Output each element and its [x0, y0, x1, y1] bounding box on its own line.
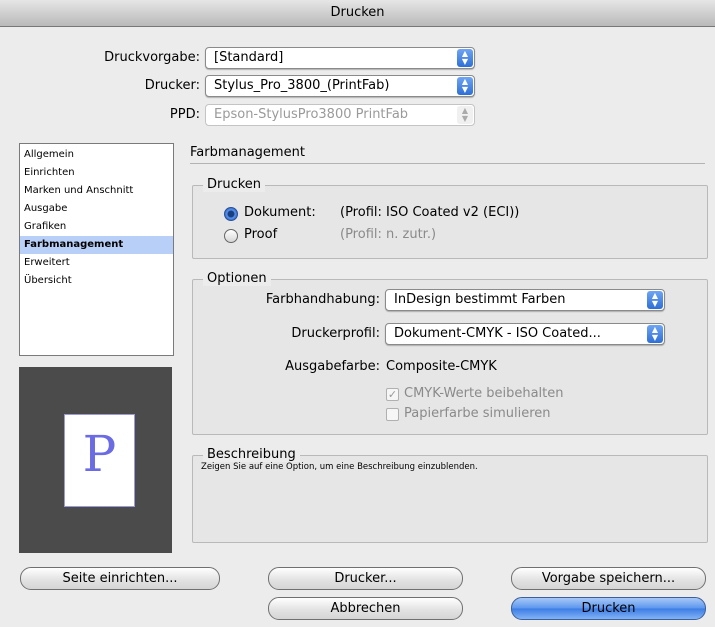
- preview-letter: P: [82, 425, 117, 483]
- sidebar-item-label: Farbmanagement: [24, 239, 124, 250]
- sidebar-item-allgemein[interactable]: Allgemein: [20, 146, 173, 164]
- cmyk-label: CMYK-Werte beibehalten: [404, 386, 564, 401]
- sidebar-item-farbmanagement[interactable]: Farbmanagement: [20, 236, 173, 254]
- dokument-profile: (Profil: ISO Coated v2 (ECI)): [340, 205, 520, 220]
- druckerprofil-popup[interactable]: Dokument-CMYK - ISO Coated... ▲ ▼: [385, 323, 665, 345]
- sidebar-item-uebersicht[interactable]: Übersicht: [20, 272, 173, 290]
- sidebar-item-grafiken[interactable]: Grafiken: [20, 218, 173, 236]
- sidebar-item-label: Einrichten: [24, 167, 75, 178]
- papierfarbe-label: Papierfarbe simulieren: [404, 406, 551, 421]
- papierfarbe-checkbox: [386, 408, 399, 421]
- sidebar-item-ausgabe[interactable]: Ausgabe: [20, 200, 173, 218]
- drucker-button[interactable]: Drucker...: [268, 567, 463, 590]
- ppd-popup: Epson-StylusPro3800 PrintFab ▲ ▼: [205, 104, 475, 126]
- sidebar-item-label: Ausgabe: [24, 203, 68, 214]
- farbhandhabung-popup[interactable]: InDesign bestimmt Farben ▲ ▼: [385, 289, 665, 311]
- proof-profile: (Profil: n. zutr.): [340, 227, 437, 242]
- druckvorgabe-value: [Standard]: [214, 50, 284, 65]
- drucker-popup[interactable]: Stylus_Pro_3800_(PrintFab) ▲ ▼: [205, 75, 475, 97]
- proof-label[interactable]: Proof: [244, 227, 277, 242]
- beschreibung-text: Zeigen Sie auf eine Option, um eine Besc…: [201, 462, 478, 472]
- up-down-arrows-icon: ▲ ▼: [457, 77, 473, 95]
- druckvorgabe-popup[interactable]: [Standard] ▲ ▼: [205, 47, 475, 69]
- druckerprofil-value: Dokument-CMYK - ISO Coated...: [394, 326, 601, 341]
- page-preview: P: [19, 367, 172, 553]
- drucken-button[interactable]: Drucken: [511, 597, 706, 620]
- sidebar-item-label: Marken und Anschnitt: [24, 185, 134, 196]
- proof-radio[interactable]: [224, 229, 238, 243]
- window-title: Drucken: [330, 5, 385, 20]
- sidebar-item-label: Allgemein: [24, 149, 74, 160]
- cmyk-checkbox: ✓: [386, 388, 399, 401]
- preview-page: P: [64, 414, 135, 507]
- dokument-label[interactable]: Dokument:: [244, 205, 316, 220]
- ausgabefarbe-value: Composite-CMYK: [386, 359, 497, 374]
- sidebar-item-label: Erweitert: [24, 257, 70, 268]
- farbhandhabung-label: Farbhandhabung:: [265, 292, 380, 307]
- drucker-label: Drucker:: [144, 78, 200, 93]
- vorgabe-speichern-button[interactable]: Vorgabe speichern...: [511, 567, 706, 590]
- druckvorgabe-label: Druckvorgabe:: [104, 50, 200, 65]
- ppd-value: Epson-StylusPro3800 PrintFab: [214, 107, 409, 122]
- drucken-group-title: Drucken: [203, 177, 266, 192]
- up-down-arrows-icon: ▲ ▼: [457, 106, 473, 124]
- sidebar-item-marken-und-anschnitt[interactable]: Marken und Anschnitt: [20, 182, 173, 200]
- abbrechen-button[interactable]: Abbrechen: [268, 597, 463, 620]
- dokument-radio[interactable]: [224, 207, 238, 221]
- up-down-arrows-icon: ▲ ▼: [457, 49, 473, 67]
- druckerprofil-label: Druckerprofil:: [291, 326, 380, 341]
- window-titlebar: Drucken: [0, 0, 715, 27]
- sidebar-item-erweitert[interactable]: Erweitert: [20, 254, 173, 272]
- section-title: Farbmanagement: [190, 145, 305, 160]
- section-header: Farbmanagement: [190, 145, 705, 164]
- ppd-label: PPD:: [169, 107, 200, 122]
- sidebar-item-einrichten[interactable]: Einrichten: [20, 164, 173, 182]
- drucken-group: [192, 185, 708, 259]
- up-down-arrows-icon: ▲ ▼: [647, 291, 663, 309]
- seite-einrichten-button[interactable]: Seite einrichten...: [20, 567, 220, 590]
- beschreibung-group-title: Beschreibung: [203, 448, 300, 462]
- farbhandhabung-value: InDesign bestimmt Farben: [394, 292, 566, 307]
- ausgabefarbe-label: Ausgabefarbe:: [285, 359, 380, 374]
- category-list[interactable]: Allgemein Einrichten Marken und Anschnit…: [19, 143, 174, 356]
- drucker-value: Stylus_Pro_3800_(PrintFab): [214, 78, 390, 93]
- optionen-group-title: Optionen: [203, 271, 271, 286]
- up-down-arrows-icon: ▲ ▼: [647, 325, 663, 343]
- sidebar-item-label: Grafiken: [24, 221, 67, 232]
- sidebar-item-label: Übersicht: [24, 275, 72, 286]
